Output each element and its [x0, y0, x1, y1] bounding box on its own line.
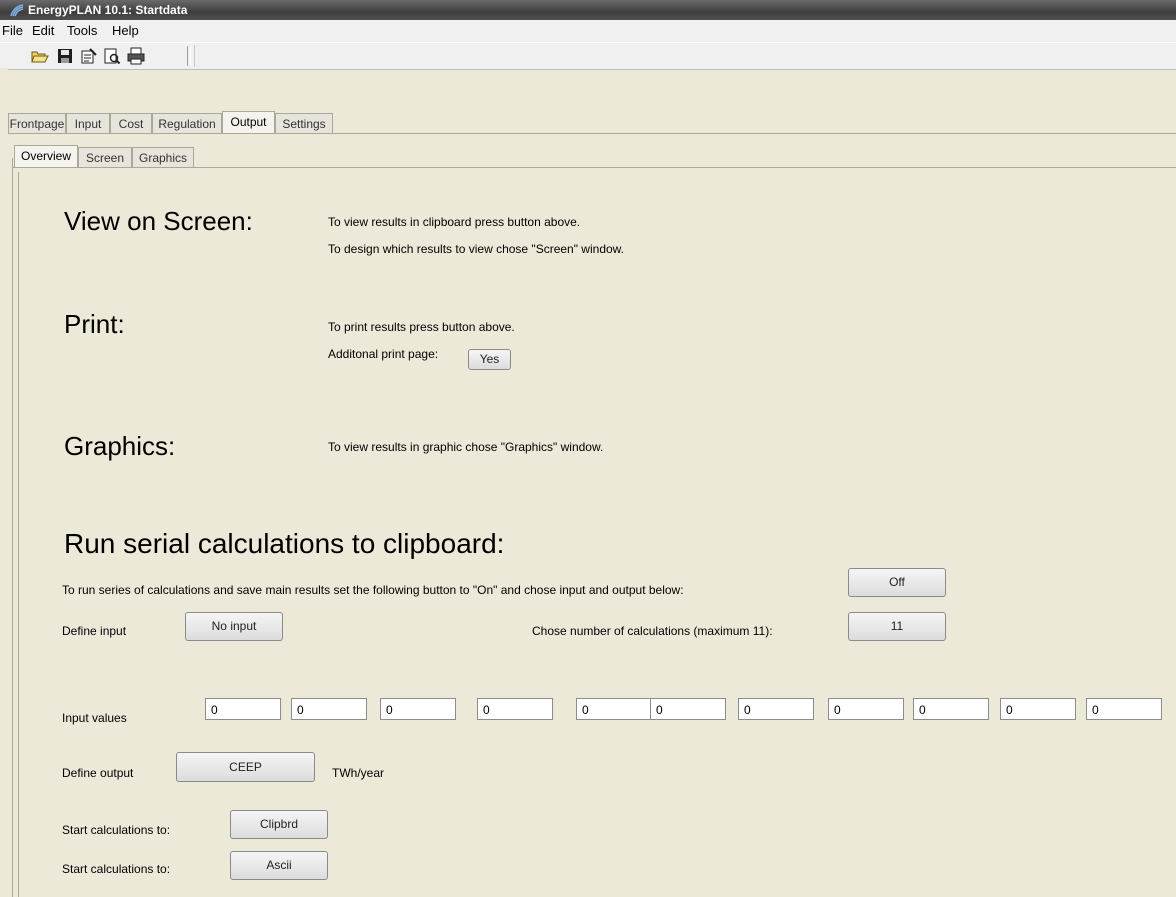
start-ascii-label: Start calculations to:: [62, 862, 171, 876]
menu-tools[interactable]: Tools: [66, 20, 98, 42]
input-value-8[interactable]: [828, 698, 904, 720]
input-value-1[interactable]: [205, 698, 281, 720]
num-calculations-label: Chose number of calculations (maximum 11…: [532, 624, 773, 638]
additional-print-label: Additonal print page:: [328, 347, 439, 361]
menu-file[interactable]: File: [1, 20, 24, 42]
print-line1: To print results press button above.: [328, 320, 515, 334]
title-bar: EnergyPLAN 10.1: Startdata: [0, 0, 1176, 20]
menu-bar: File Edit Tools Help: [0, 20, 1176, 42]
define-output-unit: TWh/year: [332, 766, 385, 780]
serial-on-off-button[interactable]: Off: [848, 568, 946, 597]
define-output-label: Define output: [62, 766, 134, 780]
input-values-label: Input values: [62, 711, 127, 725]
num-calculations-button[interactable]: 11: [848, 612, 946, 641]
tab-screen[interactable]: Screen: [78, 147, 132, 167]
toolbar: [0, 42, 1176, 70]
additional-print-yes-button[interactable]: Yes: [468, 349, 511, 370]
tab-panel-left-border: [12, 158, 13, 897]
menu-edit[interactable]: Edit: [31, 20, 55, 42]
view-on-screen-line2: To design which results to view chose "S…: [328, 242, 624, 256]
open-folder-icon[interactable]: [31, 47, 49, 65]
tab-regulation[interactable]: Regulation: [152, 113, 222, 133]
start-clipbrd-label: Start calculations to:: [62, 823, 171, 837]
tab-graphics[interactable]: Graphics: [132, 147, 194, 167]
properties-icon[interactable]: [80, 47, 98, 65]
input-value-9[interactable]: [913, 698, 989, 720]
tab-settings[interactable]: Settings: [275, 113, 333, 133]
define-input-button[interactable]: No input: [185, 612, 283, 641]
tab-frontpage[interactable]: Frontpage: [8, 113, 66, 133]
tab-cost[interactable]: Cost: [110, 113, 152, 133]
input-value-7[interactable]: [738, 698, 814, 720]
graphics-heading: Graphics:: [64, 431, 176, 461]
input-value-4[interactable]: [477, 698, 553, 720]
view-on-screen-heading: View on Screen:: [64, 206, 253, 236]
graphics-line1: To view results in graphic chose "Graphi…: [328, 440, 604, 454]
toolbar-empty-area: [194, 45, 341, 67]
input-value-3[interactable]: [380, 698, 456, 720]
window-title: EnergyPLAN 10.1: Startdata: [28, 3, 188, 17]
print-icon[interactable]: [127, 47, 145, 65]
tab-overview[interactable]: Overview: [14, 145, 78, 167]
sub-tab-panel-border: [12, 167, 1176, 168]
view-on-screen-line1: To view results in clipboard press butto…: [328, 215, 581, 229]
define-input-label: Define input: [62, 624, 127, 638]
menu-help[interactable]: Help: [111, 20, 140, 42]
save-disk-icon[interactable]: [56, 47, 74, 65]
print-heading: Print:: [64, 309, 125, 339]
serial-heading: Run serial calculations to clipboard:: [64, 528, 505, 559]
input-value-6[interactable]: [650, 698, 726, 720]
left-frame: [0, 68, 8, 897]
input-value-10[interactable]: [1000, 698, 1076, 720]
input-value-2[interactable]: [291, 698, 367, 720]
serial-instruction: To run series of calculations and save m…: [62, 583, 684, 597]
start-ascii-button[interactable]: Ascii: [230, 851, 328, 880]
tab-output[interactable]: Output: [222, 111, 275, 133]
print-preview-icon[interactable]: [103, 47, 121, 65]
tab-input[interactable]: Input: [66, 113, 110, 133]
main-tab-panel-border: [8, 133, 1176, 134]
input-value-5[interactable]: [576, 698, 652, 720]
energyplan-logo-icon: [10, 4, 24, 17]
toolbar-separator: [187, 46, 191, 66]
overview-panel: View on Screen: To view results in clipb…: [19, 172, 1176, 897]
define-output-button[interactable]: CEEP: [176, 752, 315, 782]
start-clipbrd-button[interactable]: Clipbrd: [230, 810, 328, 839]
input-value-11[interactable]: [1086, 698, 1162, 720]
